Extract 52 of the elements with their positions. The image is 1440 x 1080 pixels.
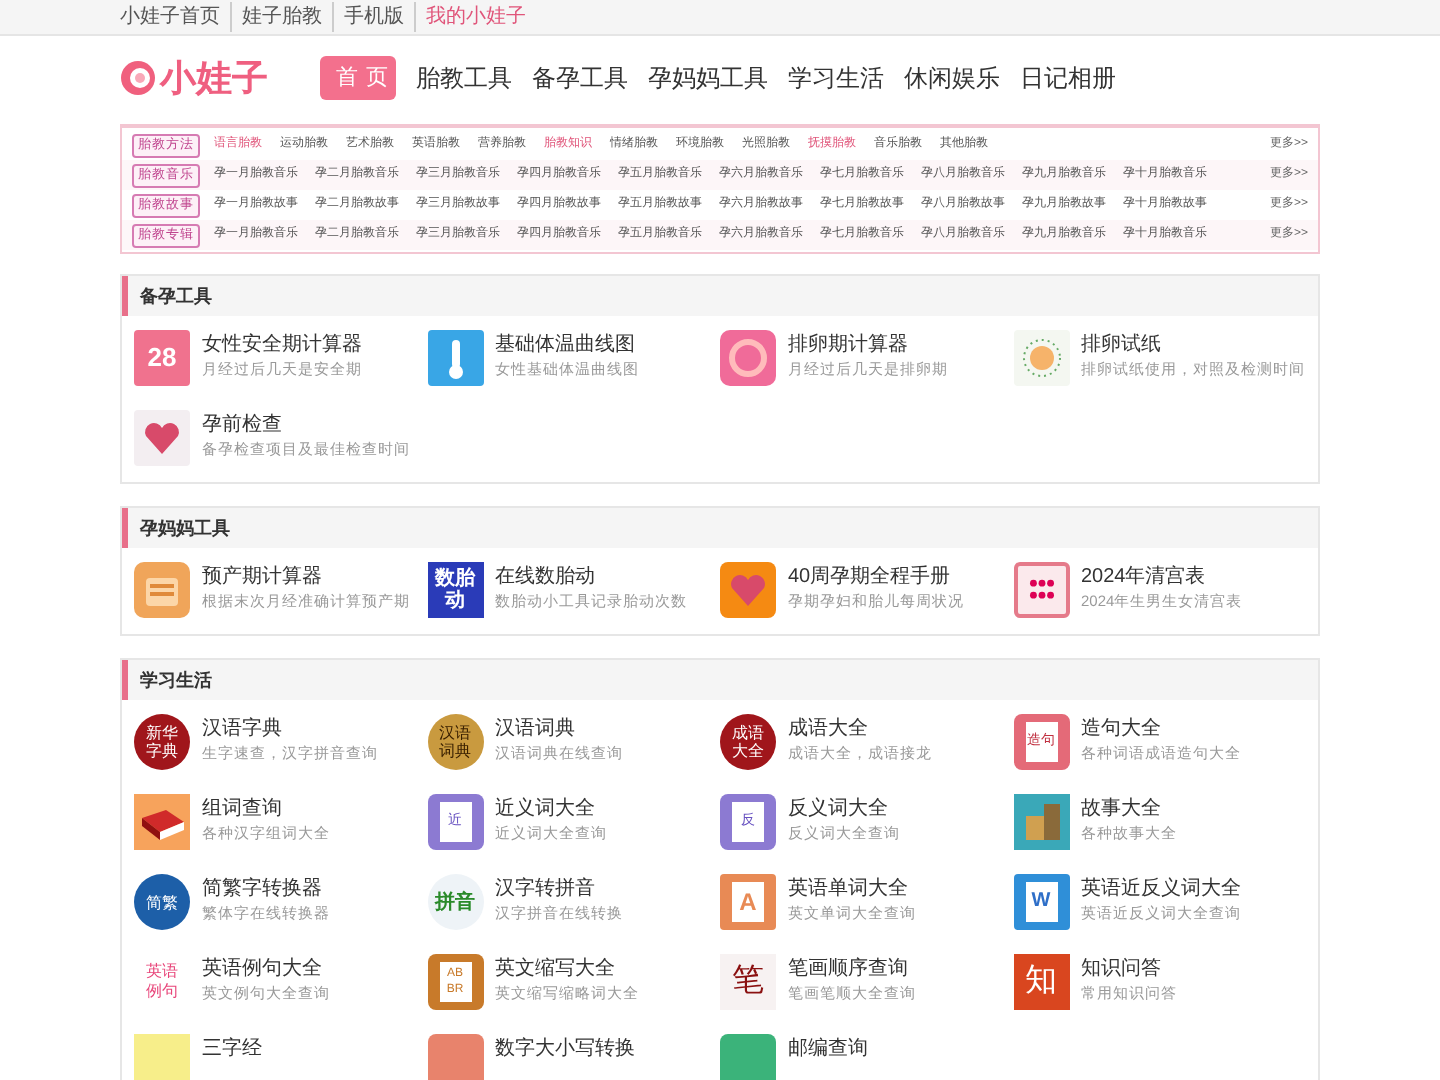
- tool-link[interactable]: 英语单词大全: [788, 876, 916, 902]
- tool-icon[interactable]: 数胎动: [427, 562, 483, 618]
- tool-link[interactable]: 英语例句大全: [202, 956, 330, 982]
- tool-link[interactable]: 40周孕期全程手册: [788, 564, 964, 590]
- tool-link[interactable]: 2024年清宫表: [1081, 564, 1243, 590]
- tool-link[interactable]: 邮编查询: [788, 1036, 868, 1062]
- tool-icon[interactable]: 成语大全: [720, 714, 776, 770]
- nav-link[interactable]: 胎教工具: [408, 54, 520, 102]
- section-title: 备孕工具: [122, 276, 1318, 316]
- section-title: 学习生活: [122, 660, 1318, 700]
- tool-icon[interactable]: 简繁: [134, 874, 190, 930]
- tool-link[interactable]: 英语近反义词大全: [1081, 876, 1241, 902]
- tool-link[interactable]: 汉语词典: [495, 716, 623, 742]
- tool-link[interactable]: 知识问答: [1081, 956, 1177, 982]
- tool-icon[interactable]: 拼音: [427, 874, 483, 930]
- nav-link[interactable]: 孕妈妈工具: [640, 54, 776, 102]
- tool-icon[interactable]: W: [1013, 874, 1069, 930]
- nav-link[interactable]: 备孕工具: [524, 54, 636, 102]
- nav-link[interactable]: 学习生活: [780, 54, 892, 102]
- tool-icon[interactable]: 知: [1013, 954, 1069, 1010]
- tool-icon[interactable]: 汉语词典: [427, 714, 483, 770]
- nav-link[interactable]: 日记相册: [1012, 54, 1124, 102]
- top-link[interactable]: 娃子胎教: [230, 2, 332, 32]
- tool-link[interactable]: 近义词大全: [495, 796, 607, 822]
- tool-link[interactable]: 成语大全: [788, 716, 932, 742]
- top-link[interactable]: 手机版: [332, 2, 414, 32]
- tool-link[interactable]: 预产期计算器: [202, 564, 410, 590]
- tool-link[interactable]: 数字大小写转换: [495, 1036, 635, 1062]
- tool-link[interactable]: 排卵期计算器: [788, 332, 948, 358]
- tool-link[interactable]: 基础体温曲线图: [495, 332, 639, 358]
- logo-icon: [120, 60, 156, 96]
- tool-icon[interactable]: 笔: [720, 954, 776, 1010]
- tool-link[interactable]: 排卵试纸: [1081, 332, 1305, 358]
- tool-link[interactable]: 汉字转拼音: [495, 876, 623, 902]
- tool-link[interactable]: 笔画顺序查询: [788, 956, 916, 982]
- tool-link[interactable]: 女性安全期计算器: [202, 332, 362, 358]
- tool-link[interactable]: 组词查询: [202, 796, 330, 822]
- tool-icon[interactable]: [1013, 562, 1069, 618]
- tool-link[interactable]: 在线数胎动: [495, 564, 687, 590]
- tool-icon[interactable]: 新华字典: [134, 714, 190, 770]
- tool-link[interactable]: 三字经: [202, 1036, 262, 1062]
- tool-link[interactable]: 简繁字转换器: [202, 876, 330, 902]
- tool-icon[interactable]: [134, 794, 190, 850]
- section-title: 孕妈妈工具: [122, 508, 1318, 548]
- tool-link[interactable]: 汉语字典: [202, 716, 378, 742]
- tool-link[interactable]: 造句大全: [1081, 716, 1241, 742]
- top-link[interactable]: 小娃子首页: [120, 2, 230, 32]
- tool-link[interactable]: 孕前检查: [202, 412, 410, 438]
- tool-link[interactable]: 反义词大全: [788, 796, 900, 822]
- tool-link[interactable]: 英文缩写大全: [495, 956, 639, 982]
- tool-link[interactable]: 故事大全: [1081, 796, 1177, 822]
- nav-link[interactable]: 休闲娱乐: [896, 54, 1008, 102]
